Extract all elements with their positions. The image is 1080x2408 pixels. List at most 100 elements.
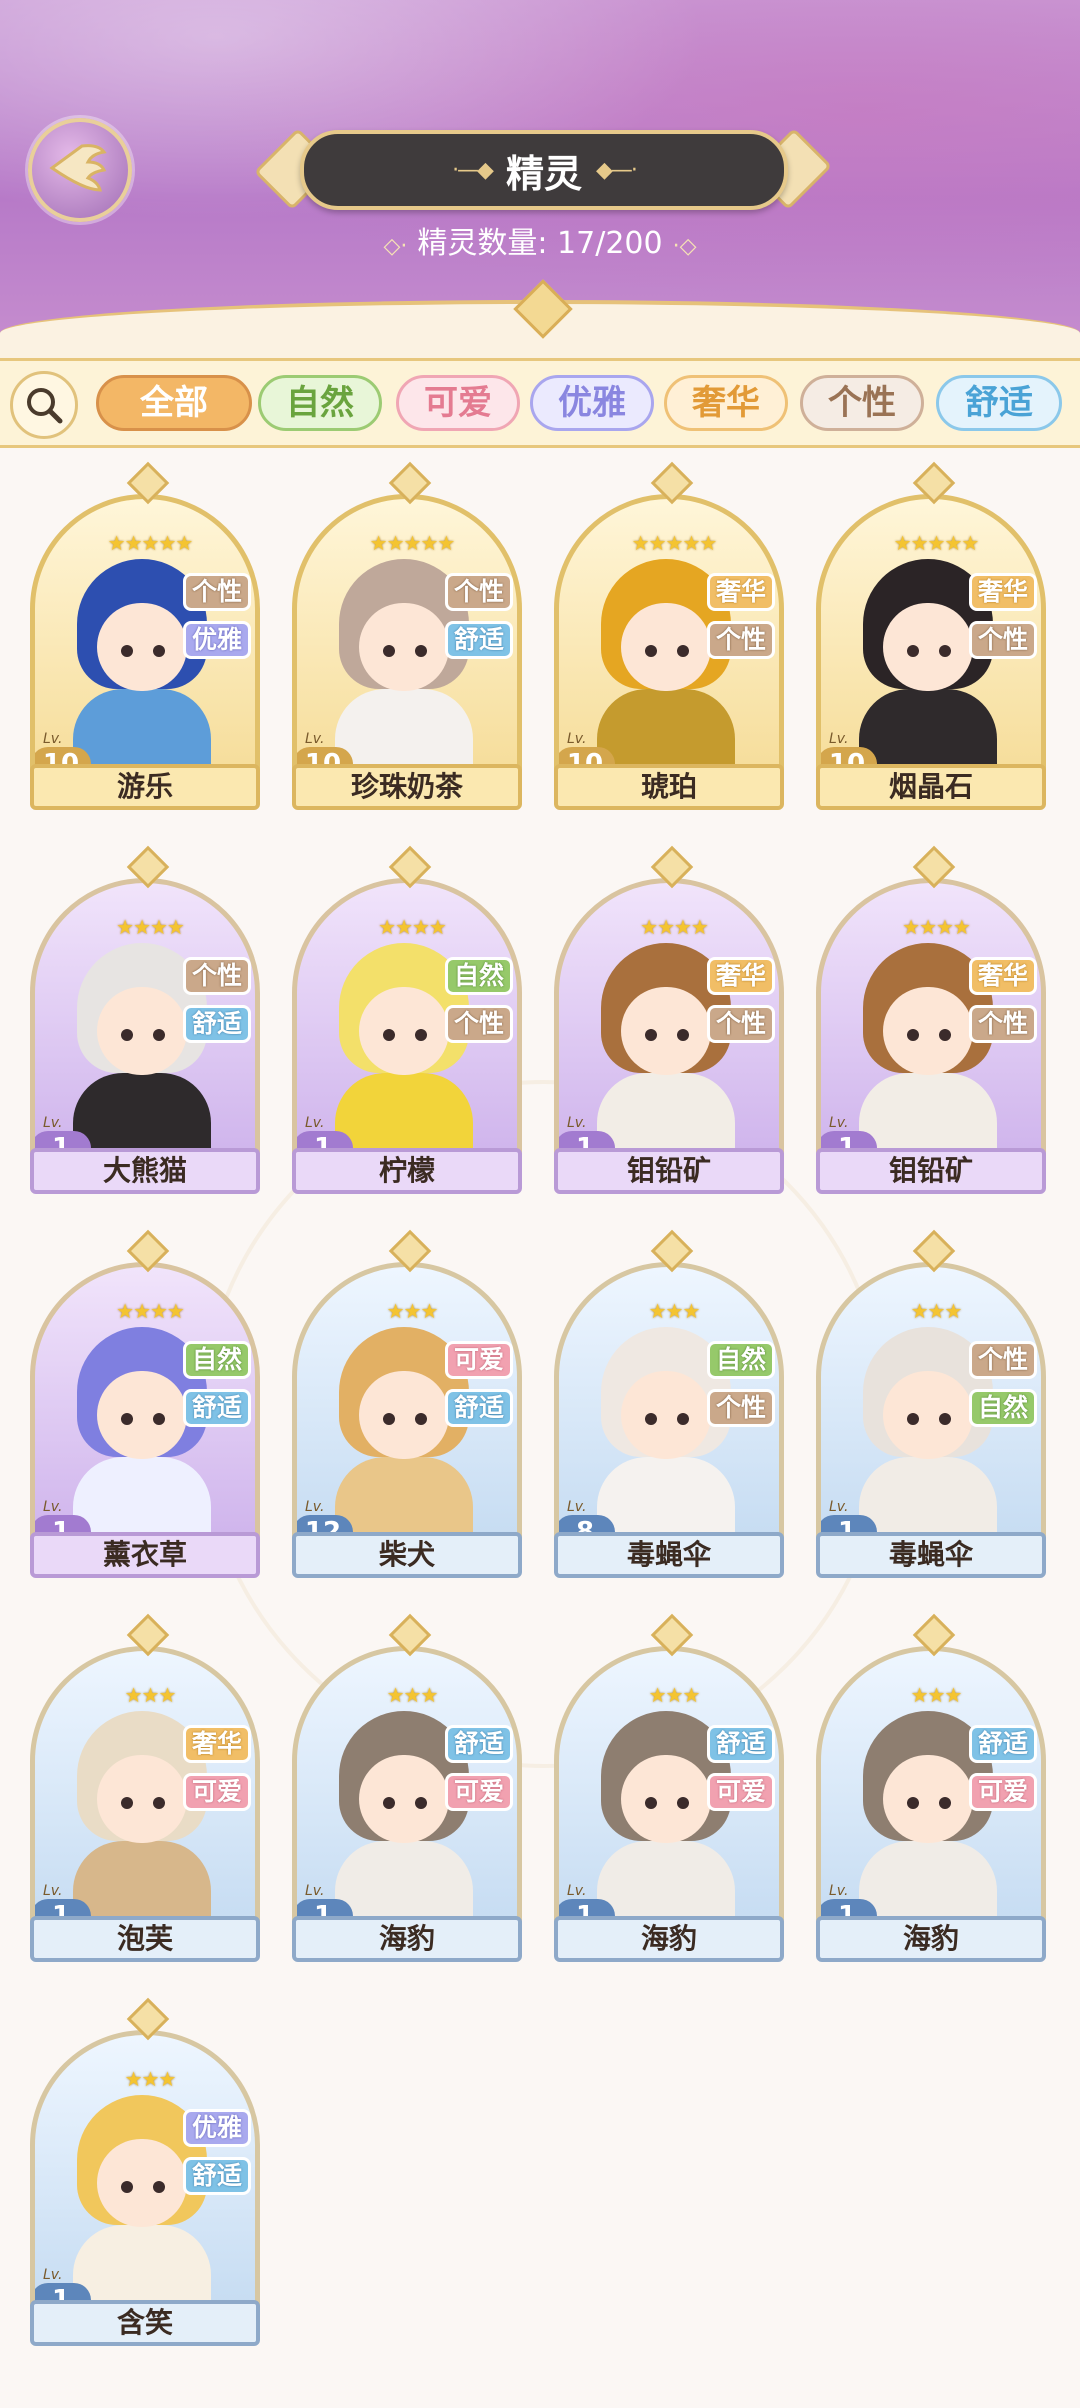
spirit-card[interactable]: ★★★个性自然Lv.1毒蝇伞 (816, 1229, 1046, 1578)
card-frame: ★★★★奢华个性Lv.1 (554, 878, 784, 1162)
character-face (359, 603, 449, 691)
spirit-count-label: 精灵数量: 17/200 (417, 226, 663, 261)
spirit-card[interactable]: ★★★舒适可爱Lv.1海豹 (292, 1613, 522, 1962)
trait-tag: 优雅 (183, 621, 251, 659)
star-rating: ★★★ (910, 1299, 963, 1323)
spirit-name: 薰衣草 (30, 1532, 260, 1578)
spirit-card[interactable]: ★★★★★个性优雅Lv.10游乐 (30, 461, 260, 810)
trait-tag: 个性 (707, 1389, 775, 1427)
trait-tag: 个性 (707, 621, 775, 659)
character-eye (383, 1797, 395, 1809)
character-eye (939, 1029, 951, 1041)
spirit-card[interactable]: ★★★★★奢华个性Lv.10琥珀 (554, 461, 784, 810)
character-eye (645, 645, 657, 657)
spirit-card[interactable]: ★★★奢华可爱Lv.1泡芙 (30, 1613, 260, 1962)
character-face (883, 603, 973, 691)
character-eye (153, 645, 165, 657)
filter-chip-2[interactable]: 可爱 (396, 375, 520, 431)
character-eye (677, 1413, 689, 1425)
star-rating: ★★★★ (640, 915, 709, 939)
spirit-name: 海豹 (554, 1916, 784, 1962)
spirit-card[interactable]: ★★★舒适可爱Lv.1海豹 (554, 1613, 784, 1962)
trait-tag: 个性 (183, 957, 251, 995)
trait-tag: 奢华 (969, 573, 1037, 611)
trait-tag: 自然 (969, 1389, 1037, 1427)
filter-chip-6[interactable]: 舒适 (936, 375, 1062, 431)
character-eye (153, 1413, 165, 1425)
spirit-name: 钼铅矿 (554, 1148, 784, 1194)
spirit-card[interactable]: ★★★★奢华个性Lv.1钼铅矿 (554, 845, 784, 1194)
level-prefix: Lv. (43, 1115, 63, 1131)
character-face (621, 603, 711, 691)
level-prefix: Lv. (305, 1883, 325, 1899)
star-rating: ★★★ (648, 1299, 701, 1323)
character-eye (907, 1797, 919, 1809)
star-rating: ★★★★★ (107, 531, 194, 555)
character-face (97, 2139, 187, 2227)
spirit-name: 琥珀 (554, 764, 784, 810)
filter-chip-1[interactable]: 自然 (258, 375, 382, 431)
spirit-card[interactable]: ★★★可爱舒适Lv.12柴犬 (292, 1229, 522, 1578)
filter-chip-0[interactable]: 全部 (96, 375, 252, 431)
level-prefix: Lv. (43, 731, 63, 747)
spirit-name: 游乐 (30, 764, 260, 810)
filter-chip-5[interactable]: 个性 (800, 375, 924, 431)
spirit-card[interactable]: ★★★★★奢华个性Lv.10烟晶石 (816, 461, 1046, 810)
header: ·—◆ 精灵 ◆—· ◇· 精灵数量: 17/200 ·◇ (0, 0, 1080, 364)
character-eye (415, 1797, 427, 1809)
character-eye (153, 1029, 165, 1041)
level-prefix: Lv. (829, 1883, 849, 1899)
star-rating: ★★★ (648, 1683, 701, 1707)
character-eye (383, 1029, 395, 1041)
character-outfit (597, 1841, 735, 1921)
spirit-name: 毒蝇伞 (816, 1532, 1046, 1578)
level-prefix: Lv. (567, 1499, 587, 1515)
character-outfit (335, 1841, 473, 1921)
character-eye (121, 1029, 133, 1041)
level-prefix: Lv. (305, 1499, 325, 1515)
card-frame: ★★★奢华可爱Lv.1 (30, 1646, 260, 1930)
search-button[interactable] (10, 371, 78, 439)
spirit-card[interactable]: ★★★舒适可爱Lv.1海豹 (816, 1613, 1046, 1962)
trait-tag: 个性 (969, 1341, 1037, 1379)
character-eye (645, 1413, 657, 1425)
trait-tag: 个性 (707, 1005, 775, 1043)
character-outfit (597, 1457, 735, 1537)
page-title: 精灵 (505, 151, 582, 196)
spirit-card[interactable]: ★★★★个性舒适Lv.1大熊猫 (30, 845, 260, 1194)
level-prefix: Lv. (567, 731, 587, 747)
card-frame: ★★★★个性舒适Lv.1 (30, 878, 260, 1162)
star-rating: ★★★★★ (631, 531, 718, 555)
filter-chip-3[interactable]: 优雅 (530, 375, 654, 431)
spirit-card[interactable]: ★★★优雅舒适Lv.1含笑 (30, 1997, 260, 2346)
star-rating: ★★★★ (116, 915, 185, 939)
back-button[interactable] (28, 118, 132, 222)
character-outfit (335, 1073, 473, 1153)
trait-tag: 舒适 (969, 1725, 1037, 1763)
trait-tag: 优雅 (183, 2109, 251, 2147)
star-rating: ★★★ (124, 1683, 177, 1707)
card-frame: ★★★★自然舒适Lv.1 (30, 1262, 260, 1546)
trait-tag: 可爱 (445, 1773, 513, 1811)
card-frame: ★★★★奢华个性Lv.1 (816, 878, 1046, 1162)
spirit-card[interactable]: ★★★★自然个性Lv.1柠檬 (292, 845, 522, 1194)
character-outfit (859, 1841, 997, 1921)
character-outfit (335, 689, 473, 769)
spirit-card[interactable]: ★★★★★个性舒适Lv.10珍珠奶茶 (292, 461, 522, 810)
spirit-card[interactable]: ★★★自然个性Lv.8毒蝇伞 (554, 1229, 784, 1578)
character-eye (121, 2181, 133, 2193)
star-rating: ★★★★ (902, 915, 971, 939)
card-frame: ★★★自然个性Lv.8 (554, 1262, 784, 1546)
star-rating: ★★★ (386, 1683, 439, 1707)
level-prefix: Lv. (567, 1115, 587, 1131)
level-prefix: Lv. (829, 1499, 849, 1515)
trait-tag: 个性 (445, 573, 513, 611)
character-eye (645, 1797, 657, 1809)
character-outfit (859, 1073, 997, 1153)
card-frame: ★★★舒适可爱Lv.1 (292, 1646, 522, 1930)
spirit-card[interactable]: ★★★★奢华个性Lv.1钼铅矿 (816, 845, 1046, 1194)
filter-chip-4[interactable]: 奢华 (664, 375, 788, 431)
spirit-name: 柠檬 (292, 1148, 522, 1194)
spirit-card[interactable]: ★★★★自然舒适Lv.1薰衣草 (30, 1229, 260, 1578)
character-face (621, 987, 711, 1075)
